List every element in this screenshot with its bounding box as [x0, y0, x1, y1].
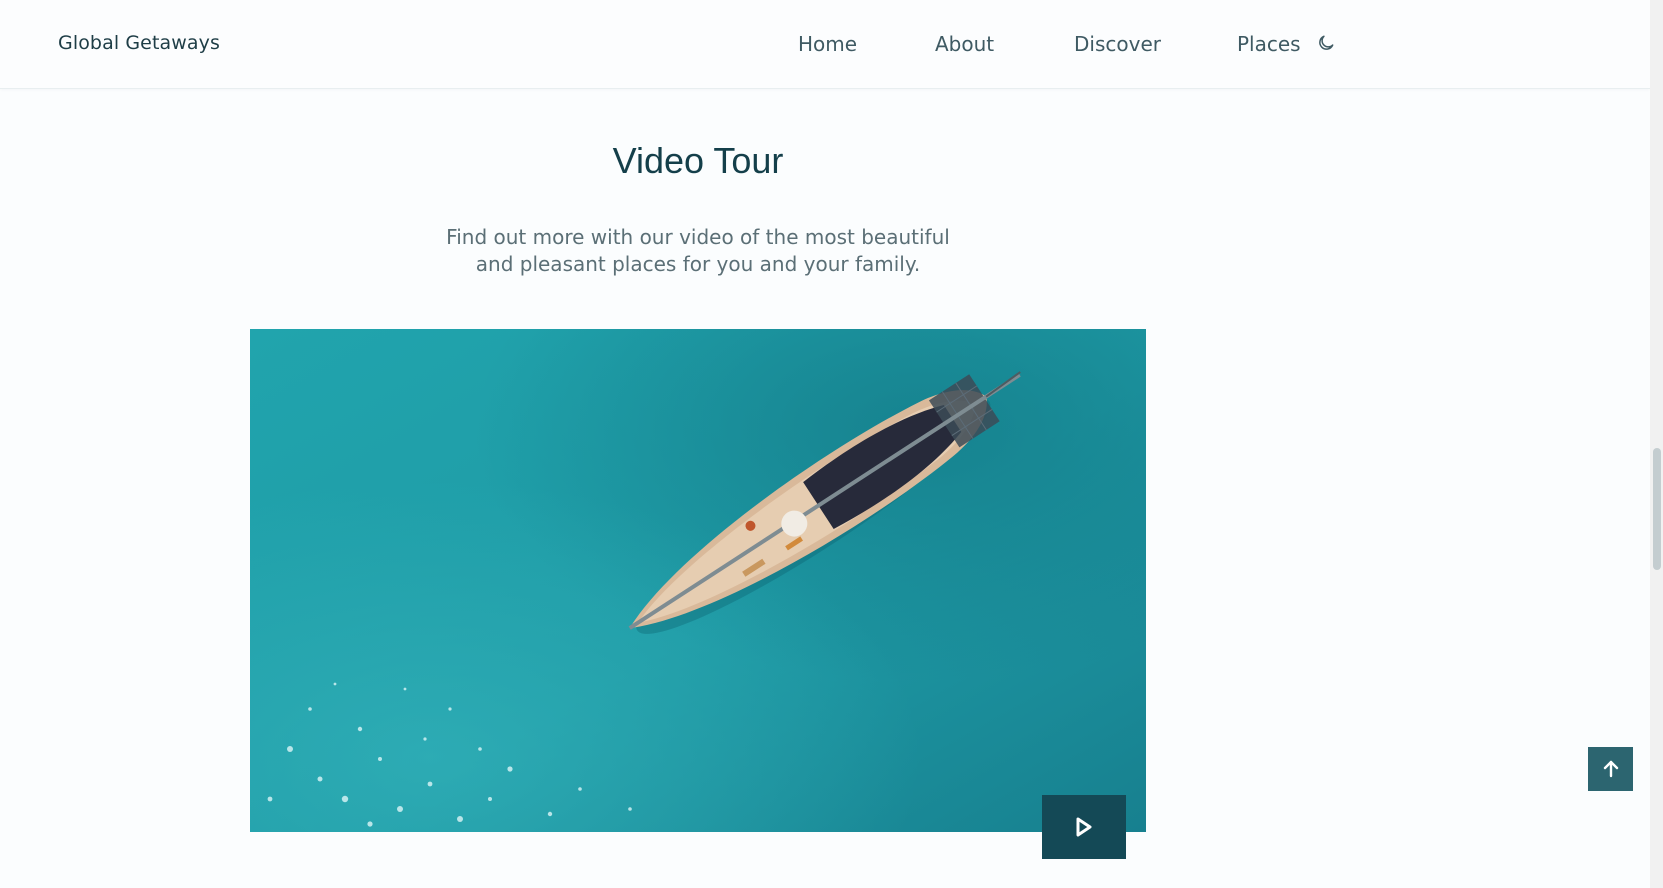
nav-link-discover[interactable]: Discover — [1074, 32, 1161, 56]
site-logo[interactable]: Global Getaways — [58, 32, 220, 54]
arrow-up-icon — [1603, 760, 1618, 778]
section-title: Video Tour — [612, 140, 784, 181]
video-thumbnail-image — [250, 329, 1146, 832]
video-player[interactable] — [250, 329, 1146, 832]
play-button[interactable] — [1042, 795, 1126, 859]
scrollbar-track[interactable] — [1650, 0, 1663, 888]
nav-link-about[interactable]: About — [935, 32, 994, 56]
nav-link-places[interactable]: Places — [1237, 32, 1301, 56]
nav-link-home[interactable]: Home — [798, 32, 857, 56]
section-description: Find out more with our video of the most… — [446, 225, 950, 276]
moon-icon — [1319, 35, 1334, 50]
scroll-to-top-button[interactable] — [1588, 747, 1633, 791]
theme-toggle-button[interactable] — [1316, 33, 1338, 55]
scrollbar-thumb[interactable] — [1653, 448, 1661, 570]
site-header: Global Getaways Home About Discover Plac… — [0, 0, 1650, 89]
play-icon — [1076, 817, 1092, 837]
